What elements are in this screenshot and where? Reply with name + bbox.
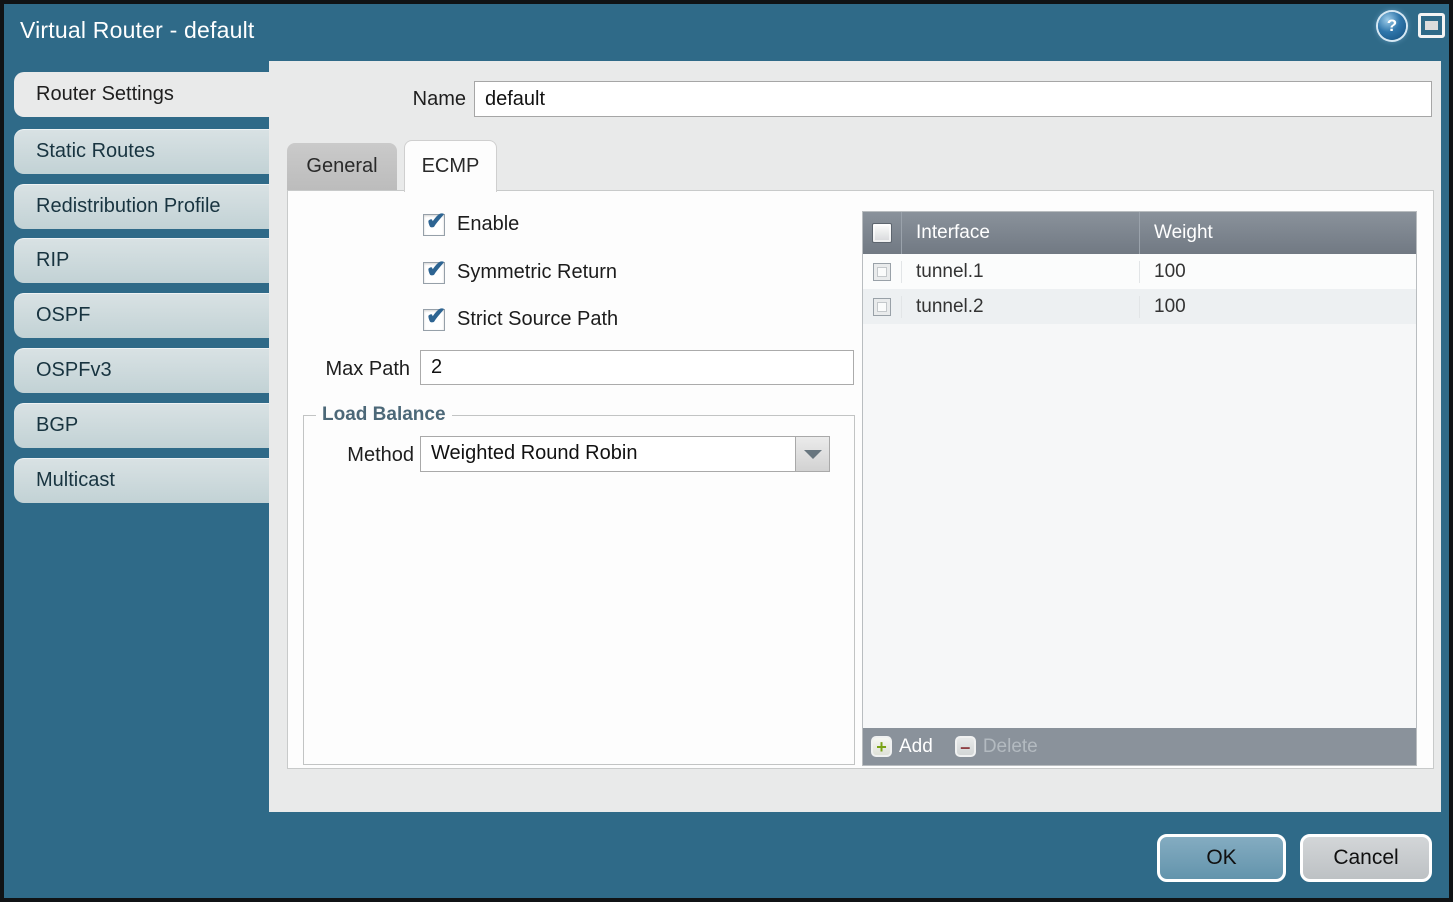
table-header-row: Interface Weight — [863, 212, 1416, 254]
load-balance-legend: Load Balance — [316, 404, 452, 426]
ecmp-tab-panel: Enable Symmetric Return Strict Source Pa… — [287, 190, 1434, 769]
strict-source-path-row: Strict Source Path — [423, 308, 618, 331]
load-balance-group: Load Balance Method Weighted Round Robin — [303, 415, 855, 765]
tab-general[interactable]: General — [287, 143, 397, 190]
add-button[interactable]: + Add — [871, 736, 933, 758]
row-checkbox[interactable] — [873, 298, 891, 316]
cancel-button[interactable]: Cancel — [1300, 834, 1432, 882]
delete-button[interactable]: – Delete — [955, 736, 1038, 758]
method-selected-value: Weighted Round Robin — [431, 442, 637, 465]
symmetric-return-row: Symmetric Return — [423, 261, 617, 284]
chevron-down-icon[interactable] — [795, 437, 829, 471]
row-checkbox-cell — [863, 263, 901, 281]
name-input[interactable] — [474, 81, 1432, 117]
max-path-input[interactable] — [420, 350, 854, 385]
sidebar-item-redistribution-profile[interactable]: Redistribution Profile — [14, 184, 269, 229]
sidebar-item-bgp[interactable]: BGP — [14, 403, 269, 448]
method-dropdown[interactable]: Weighted Round Robin — [420, 436, 830, 472]
cell-weight: 100 — [1139, 296, 1416, 318]
sidebar-item-multicast[interactable]: Multicast — [14, 458, 269, 503]
delete-minus-icon: – — [955, 736, 976, 757]
max-path-label: Max Path — [306, 358, 410, 381]
enable-row: Enable — [423, 213, 519, 236]
delete-button-label: Delete — [983, 736, 1038, 758]
strict-source-path-checkbox[interactable] — [423, 309, 445, 331]
dialog-body: Name General ECMP Enable Symmetric Retur… — [269, 61, 1441, 812]
enable-label: Enable — [457, 213, 519, 236]
method-label: Method — [322, 444, 414, 467]
virtual-router-dialog: Virtual Router - default ? Router Settin… — [0, 0, 1453, 902]
help-icon[interactable]: ? — [1378, 12, 1406, 40]
cell-weight: 100 — [1139, 261, 1416, 283]
symmetric-return-checkbox[interactable] — [423, 262, 445, 284]
ecmp-interface-table: Interface Weight tunnel.1 100 tunnel.2 1… — [862, 211, 1417, 766]
header-checkbox-cell — [863, 212, 901, 254]
column-header-interface[interactable]: Interface — [901, 212, 1139, 254]
select-all-checkbox[interactable] — [872, 223, 892, 243]
add-button-label: Add — [899, 736, 933, 758]
sidebar-item-ospfv3[interactable]: OSPFv3 — [14, 348, 269, 393]
table-footer-bar: + Add – Delete — [863, 728, 1416, 765]
strict-source-path-label: Strict Source Path — [457, 308, 618, 331]
table-row[interactable]: tunnel.1 100 — [863, 254, 1416, 289]
window-restore-icon[interactable] — [1418, 13, 1445, 38]
window-restore-glyph — [1425, 21, 1438, 30]
tab-ecmp[interactable]: ECMP — [404, 140, 497, 192]
sidebar-item-rip[interactable]: RIP — [14, 238, 269, 283]
row-checkbox[interactable] — [873, 263, 891, 281]
name-label: Name — [349, 88, 466, 111]
cell-interface: tunnel.2 — [901, 296, 1139, 318]
table-row[interactable]: tunnel.2 100 — [863, 289, 1416, 324]
sidebar-item-ospf[interactable]: OSPF — [14, 293, 269, 338]
add-plus-icon: + — [871, 736, 892, 757]
cell-interface: tunnel.1 — [901, 261, 1139, 283]
row-checkbox-cell — [863, 298, 901, 316]
symmetric-return-label: Symmetric Return — [457, 261, 617, 284]
table-empty-area — [863, 324, 1416, 728]
column-header-weight[interactable]: Weight — [1139, 212, 1416, 254]
sidebar-item-static-routes[interactable]: Static Routes — [14, 129, 269, 174]
sidebar-item-router-settings[interactable]: Router Settings — [14, 72, 269, 117]
titlebar: Virtual Router - default ? — [4, 4, 1449, 61]
ok-button[interactable]: OK — [1157, 834, 1286, 882]
enable-checkbox[interactable] — [423, 214, 445, 236]
dialog-title: Virtual Router - default — [20, 17, 255, 44]
